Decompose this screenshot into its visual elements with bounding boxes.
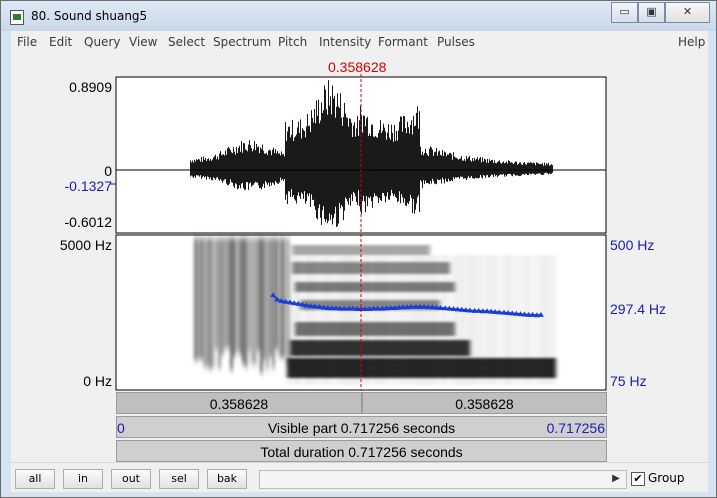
visible-end-label: 0.717256 (546, 420, 605, 436)
selection-right-label: 0.358628 (455, 396, 514, 412)
time-scrollbar[interactable] (259, 470, 627, 489)
menu-pulses[interactable]: Pulses (437, 35, 475, 49)
menu-query[interactable]: Query (84, 35, 120, 49)
menu-formant[interactable]: Formant (378, 35, 428, 49)
pitch-max-label: 500 Hz (610, 237, 655, 253)
menu-view[interactable]: View (129, 35, 157, 49)
praat-app-icon (10, 10, 24, 25)
window-title: 80. Sound shuang5 (31, 9, 148, 23)
waveform-cursor-value-label: -0.1327 (64, 178, 112, 194)
menu-select[interactable]: Select (168, 35, 205, 49)
zoom-in-button[interactable]: in (63, 469, 103, 489)
menu-help[interactable]: Help (678, 35, 705, 49)
title-bar[interactable]: 80. Sound shuang5 ▭ ▣ ✕ (1, 1, 716, 31)
selection-left-label: 0.358628 (209, 396, 269, 412)
scroll-right-arrow-icon[interactable]: ▶ (610, 470, 622, 487)
menu-file[interactable]: File (17, 35, 37, 49)
spectrogram-min-freq-label: 0 Hz (83, 373, 112, 389)
maximize-button[interactable]: ▣ (638, 2, 665, 23)
zoom-all-button[interactable]: all (15, 469, 55, 489)
pitch-min-label: 75 Hz (610, 373, 647, 389)
menu-bar: File Edit Query View Select Spectrum Pit… (11, 31, 708, 54)
waveform-max-label: 0.8909 (69, 79, 112, 95)
pitch-cursor-value-label: 297.4 Hz (610, 301, 667, 317)
bottom-toolbar: all in out sel bak ◀ ▶ ✔ Group (11, 462, 708, 492)
zoom-back-button[interactable]: bak (207, 469, 247, 489)
close-button[interactable]: ✕ (665, 2, 710, 23)
selection-left-bar[interactable]: 0.358628 (116, 392, 362, 414)
minimize-button[interactable]: ▭ (611, 2, 638, 23)
visible-part-bar[interactable]: Visible part 0.717256 seconds (116, 416, 607, 438)
spectrogram-max-freq-label: 5000 Hz (59, 237, 112, 253)
menu-edit[interactable]: Edit (49, 35, 72, 49)
zoom-out-button[interactable]: out (111, 469, 151, 489)
group-checkbox[interactable]: ✔ (631, 472, 645, 486)
menu-pitch[interactable]: Pitch (278, 35, 307, 49)
waveform-min-label: -0.6012 (64, 214, 112, 230)
total-duration-label: Total duration 0.717256 seconds (260, 444, 463, 460)
group-label: Group (648, 471, 685, 485)
total-duration-bar[interactable]: Total duration 0.717256 seconds (116, 440, 607, 462)
visible-start-label: 0 (117, 420, 125, 436)
menu-intensity[interactable]: Intensity (319, 35, 371, 49)
sound-editor-window: 80. Sound shuang5 ▭ ▣ ✕ File Edit Query … (0, 0, 717, 498)
visible-part-label: Visible part 0.717256 seconds (267, 420, 456, 436)
selection-right-bar[interactable]: 0.358628 (362, 392, 607, 414)
waveform-zero-label: 0 (104, 163, 112, 179)
cursor-time-label: 0.358628 (328, 59, 387, 75)
menu-spectrum[interactable]: Spectrum (213, 35, 271, 49)
zoom-selection-button[interactable]: sel (159, 469, 199, 489)
